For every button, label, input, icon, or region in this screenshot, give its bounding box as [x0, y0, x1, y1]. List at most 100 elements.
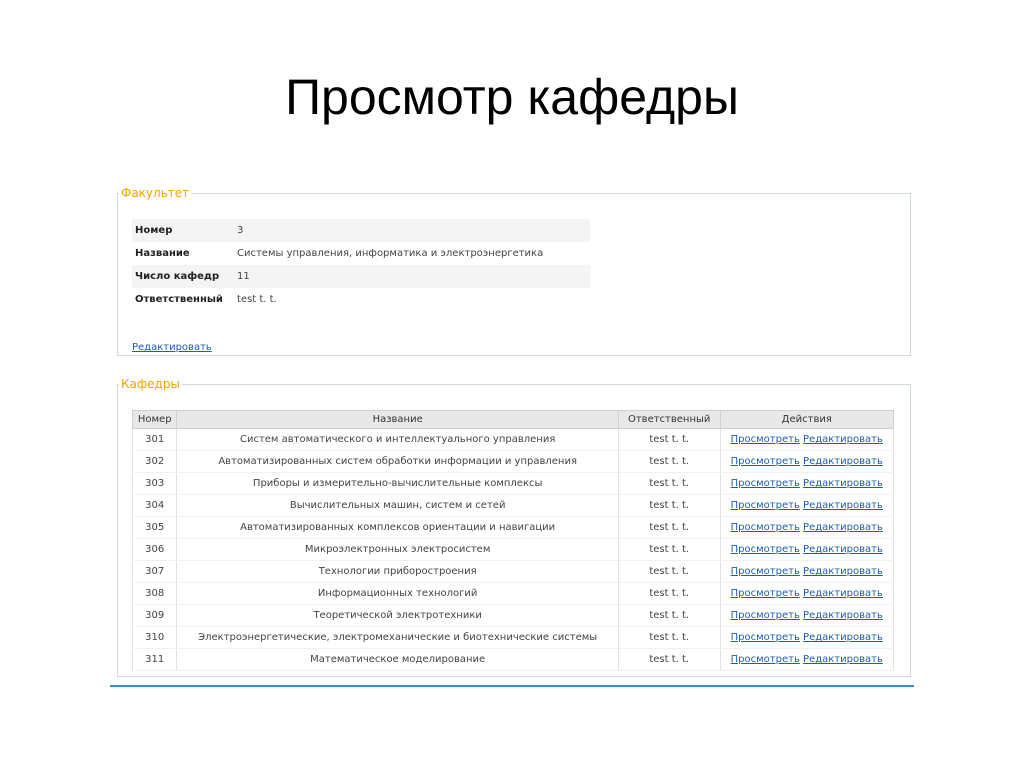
faculty-row-name: Название Системы управления, информатика…: [132, 242, 590, 265]
departments-legend: Кафедры: [121, 377, 180, 391]
table-row: 301 Систем автоматического и интеллектуал…: [131, 428, 895, 451]
table-row: 307 Технологии приборостроения test t. t. П…: [131, 560, 895, 583]
department-number: 307: [131, 560, 178, 583]
table-row: 305 Автоматизированных комплексов ориента…: [131, 516, 895, 539]
view-link[interactable]: Просмотреть: [731, 522, 800, 533]
departments-table-body: 301 Систем автоматического и интеллектуал…: [131, 428, 895, 671]
edit-link[interactable]: Редактировать: [803, 544, 883, 555]
department-name: Электроэнергетические, электромеханическ…: [176, 626, 619, 649]
department-name: Математическое моделирование: [176, 648, 619, 671]
column-header-actions: Действия: [719, 410, 895, 429]
departments-table: Номер Название Ответственный Действия 30…: [131, 410, 895, 671]
edit-link[interactable]: Редактировать: [803, 434, 883, 445]
view-link[interactable]: Просмотреть: [731, 588, 800, 599]
department-name: Вычислительных машин, систем и сетей: [176, 494, 619, 517]
department-number: 309: [131, 604, 178, 627]
departments-panel: Кафедры Номер Название Ответственный Дей…: [117, 377, 911, 677]
department-name: Микроэлектронных электросистем: [176, 538, 619, 561]
department-actions: Просмотреть Редактировать: [719, 604, 895, 627]
table-row: 304 Вычислительных машин, систем и сетей t…: [131, 494, 895, 517]
departments-header-row: Номер Название Ответственный Действия: [131, 410, 895, 429]
department-name: Приборы и измерительно-вычислительные ко…: [176, 472, 619, 495]
department-actions: Просмотреть Редактировать: [719, 450, 895, 473]
department-responsible: test t. t.: [617, 604, 721, 627]
edit-link[interactable]: Редактировать: [803, 500, 883, 511]
department-name: Технологии приборостроения: [176, 560, 619, 583]
department-responsible: test t. t.: [617, 428, 721, 451]
view-link[interactable]: Просмотреть: [731, 478, 800, 489]
department-responsible: test t. t.: [617, 626, 721, 649]
department-actions: Просмотреть Редактировать: [719, 538, 895, 561]
department-actions: Просмотреть Редактировать: [719, 582, 895, 605]
table-row: 309 Теоретической электротехники test t. t…: [131, 604, 895, 627]
view-link[interactable]: Просмотреть: [731, 500, 800, 511]
edit-link[interactable]: Редактировать: [803, 456, 883, 467]
department-name: Систем автоматического и интеллектуально…: [176, 428, 619, 451]
department-responsible: test t. t.: [617, 648, 721, 671]
department-actions: Просмотреть Редактировать: [719, 516, 895, 539]
department-responsible: test t. t.: [617, 472, 721, 495]
view-link[interactable]: Просмотреть: [731, 544, 800, 555]
bottom-divider: [110, 685, 914, 687]
faculty-value: 11: [234, 265, 590, 288]
department-number: 306: [131, 538, 178, 561]
faculty-label: Название: [135, 248, 190, 259]
department-number: 311: [131, 648, 178, 671]
edit-link[interactable]: Редактировать: [803, 566, 883, 577]
edit-link[interactable]: Редактировать: [803, 654, 883, 665]
department-actions: Просмотреть Редактировать: [719, 648, 895, 671]
department-responsible: test t. t.: [617, 516, 721, 539]
faculty-legend: Факультет: [121, 186, 190, 200]
department-name: Информационных технологий: [176, 582, 619, 605]
faculty-label: Число кафедр: [132, 265, 234, 288]
edit-link[interactable]: Редактировать: [803, 632, 883, 643]
view-link[interactable]: Просмотреть: [731, 654, 800, 665]
department-number: 304: [131, 494, 178, 517]
column-header-number[interactable]: Номер: [131, 410, 178, 429]
department-number: 305: [131, 516, 178, 539]
department-actions: Просмотреть Редактировать: [719, 428, 895, 451]
edit-link[interactable]: Редактировать: [803, 522, 883, 533]
department-number: 310: [131, 626, 178, 649]
department-responsible: test t. t.: [617, 560, 721, 583]
edit-link[interactable]: Редактировать: [803, 478, 883, 489]
department-number: 301: [131, 428, 178, 451]
department-actions: Просмотреть Редактировать: [719, 626, 895, 649]
page-title: Просмотр кафедры: [285, 69, 739, 125]
faculty-edit-link[interactable]: Редактировать: [132, 342, 212, 353]
view-link[interactable]: Просмотреть: [731, 610, 800, 621]
edit-link[interactable]: Редактировать: [803, 588, 883, 599]
department-responsible: test t. t.: [617, 538, 721, 561]
department-actions: Просмотреть Редактировать: [719, 560, 895, 583]
table-row: 311 Математическое моделирование test t. t…: [131, 648, 895, 671]
table-row: 302 Автоматизированных систем обработки и…: [131, 450, 895, 473]
edit-link[interactable]: Редактировать: [803, 610, 883, 621]
table-row: 303 Приборы и измерительно-вычислительные…: [131, 472, 895, 495]
department-name: Автоматизированных комплексов ориентации…: [176, 516, 619, 539]
faculty-panel: Факультет Номер 3 Название Системы управ…: [117, 186, 911, 356]
department-responsible: test t. t.: [617, 494, 721, 517]
faculty-row-responsible: Ответственный test t. t.: [132, 288, 590, 311]
department-name: Автоматизированных систем обработки инфо…: [176, 450, 619, 473]
faculty-row-dept-count: Число кафедр 11: [132, 265, 590, 288]
column-header-responsible[interactable]: Ответственный: [617, 410, 721, 429]
table-row: 306 Микроэлектронных электросистем test t.…: [131, 538, 895, 561]
faculty-value: Системы управления, информатика и электр…: [237, 248, 544, 259]
faculty-label: Номер: [132, 219, 234, 242]
department-responsible: test t. t.: [617, 450, 721, 473]
faculty-value: 3: [234, 219, 590, 242]
department-actions: Просмотреть Редактировать: [719, 472, 895, 495]
view-link[interactable]: Просмотреть: [731, 566, 800, 577]
column-header-name[interactable]: Название: [176, 410, 619, 429]
department-name: Теоретической электротехники: [176, 604, 619, 627]
faculty-label: Ответственный: [135, 294, 223, 305]
department-number: 302: [131, 450, 178, 473]
view-link[interactable]: Просмотреть: [731, 456, 800, 467]
view-link[interactable]: Просмотреть: [731, 434, 800, 445]
faculty-row-number: Номер 3: [132, 219, 590, 242]
faculty-info-table: Номер 3 Название Системы управления, инф…: [132, 219, 590, 311]
table-row: 310 Электроэнергетические, электромеханич…: [131, 626, 895, 649]
department-actions: Просмотреть Редактировать: [719, 494, 895, 517]
table-row: 308 Информационных технологий test t. t. Пр…: [131, 582, 895, 605]
view-link[interactable]: Просмотреть: [731, 632, 800, 643]
